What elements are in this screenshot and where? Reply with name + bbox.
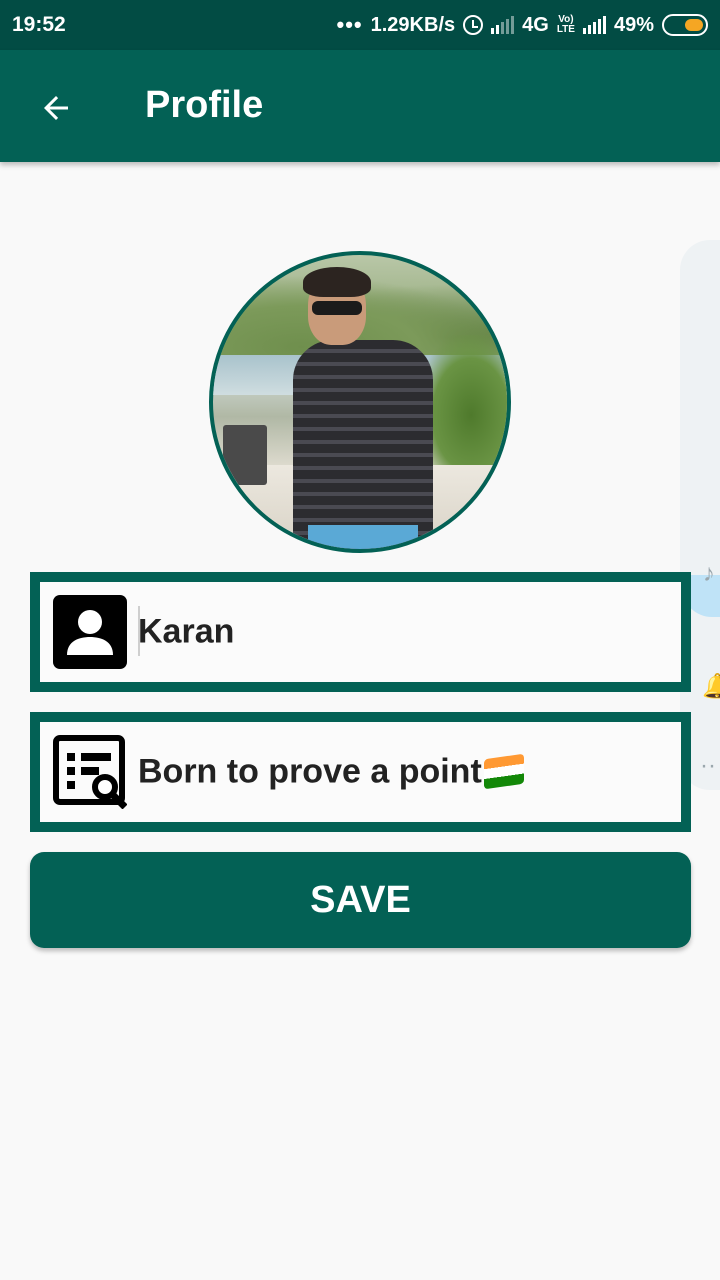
signal-strength-icon — [491, 16, 515, 34]
status-bar: 19:52 ••• 1.29KB/s 4G Vo) LTE 49% — [0, 0, 720, 50]
name-field[interactable]: Karan — [30, 572, 691, 692]
name-input[interactable]: Karan — [138, 613, 234, 652]
status-indicators: ••• 1.29KB/s 4G Vo) LTE 49% — [337, 12, 708, 38]
lte-label: LTE — [556, 24, 575, 35]
network-speed: 1.29KB/s — [370, 13, 456, 36]
save-button[interactable]: SAVE — [30, 852, 691, 948]
profile-photo[interactable] — [209, 251, 511, 553]
india-flag-icon — [483, 753, 524, 790]
signal-strength-icon-2 — [582, 16, 606, 34]
back-button[interactable] — [28, 80, 84, 136]
more-dots-icon[interactable]: ·· — [700, 752, 716, 780]
person-icon — [53, 595, 127, 669]
page-title: Profile — [145, 84, 264, 126]
about-text: Born to prove a point — [138, 752, 482, 791]
volte-icon: Vo) LTE — [557, 15, 575, 35]
edge-panel[interactable] — [680, 240, 720, 790]
about-field[interactable]: Born to prove a point — [30, 712, 691, 832]
battery-icon — [662, 14, 708, 36]
more-notifications-icon: ••• — [336, 12, 363, 37]
text-search-icon — [53, 735, 127, 809]
alarm-icon — [463, 15, 484, 35]
music-note-icon[interactable]: ♪ — [703, 560, 715, 588]
status-time: 19:52 — [12, 13, 66, 36]
name-field-inner[interactable]: Karan — [40, 582, 681, 682]
about-input[interactable]: Born to prove a point — [138, 753, 524, 792]
about-field-inner[interactable]: Born to prove a point — [40, 722, 681, 822]
arrow-back-icon — [44, 96, 68, 120]
network-type: 4G — [522, 13, 549, 36]
battery-percentage: 49% — [613, 13, 654, 36]
bell-icon[interactable]: 🔔 — [702, 672, 720, 701]
app-bar: Profile — [0, 50, 720, 162]
